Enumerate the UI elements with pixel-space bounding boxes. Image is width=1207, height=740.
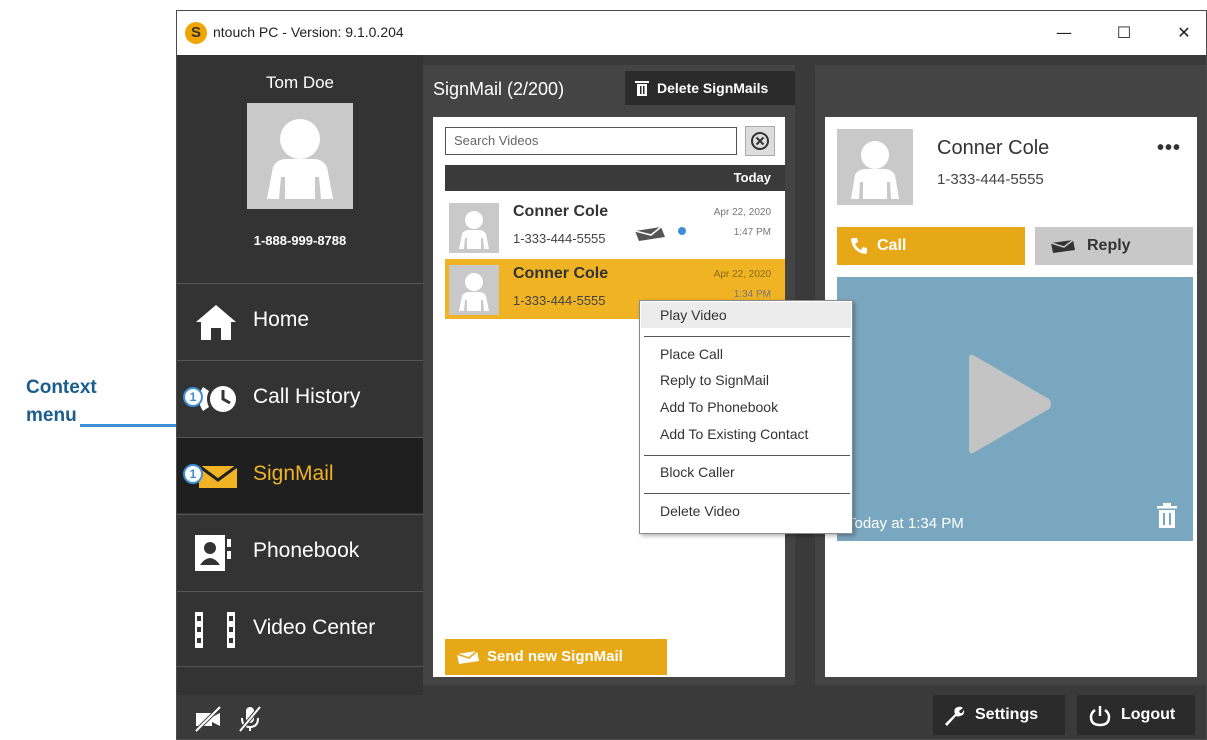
detail-contact-name: Conner Cole [937,137,1050,159]
video-off-icon[interactable] [193,705,223,733]
send-new-signmail-label: Send new SignMail [487,648,623,665]
call-history-badge: 1 [183,387,203,407]
menu-item-block-caller[interactable]: Block Caller [660,464,735,480]
contact-avatar [449,203,499,253]
settings-label: Settings [975,706,1039,723]
detail-contact-phone: 1-333-444-5555 [937,171,1044,188]
annotation-line-1: Context [26,377,97,398]
phone-icon [851,238,867,254]
annotation-label: Context menu [26,374,97,430]
nav-label-video-center: Video Center [253,616,376,639]
logout-label: Logout [1121,706,1176,723]
menu-separator [644,336,850,337]
left-nav: Tom Doe 1-888-999-8788 Home 1 Call Histo… [177,55,423,695]
nav-label-call-history: Call History [253,385,361,408]
delete-signmails-button[interactable]: Delete SignMails [625,71,795,105]
call-button[interactable]: Call [837,227,1025,265]
nav-label-phonebook: Phonebook [253,539,360,562]
nav-item-home[interactable]: Home [177,283,423,359]
bottom-bar: Settings Logout [177,695,1206,739]
context-menu: Play Video Place Call Reply to SignMail … [639,300,853,534]
row-time: 1:47 PM [733,227,771,238]
menu-item-place-call[interactable]: Place Call [660,346,723,362]
logout-button[interactable]: Logout [1077,695,1195,735]
row-contact-phone: 1-333-444-5555 [513,293,606,308]
send-new-signmail-button[interactable]: Send new SignMail [445,639,667,675]
power-icon [1089,706,1111,727]
nav-item-call-history[interactable]: 1 Call History [177,360,423,436]
app-logo-icon: S [185,22,207,44]
signmail-detail-panel: Conner Cole 1-333-444-5555 ••• Call Repl… [815,65,1206,685]
minimize-button[interactable]: — [1041,19,1087,47]
play-icon[interactable] [965,349,1055,459]
signmail-badge: 1 [183,464,203,484]
home-icon [196,305,236,340]
user-phone: 1-888-999-8788 [253,233,347,248]
nav-label-home: Home [253,308,310,331]
video-preview[interactable]: Today at 1:34 PM [837,277,1193,541]
maximize-button[interactable]: ☐ [1101,19,1147,47]
menu-item-play-video[interactable]: Play Video [641,302,851,328]
call-label: Call [877,237,907,254]
menu-item-delete-video[interactable]: Delete Video [660,503,740,519]
row-contact-phone: 1-333-444-5555 [513,231,606,246]
video-timestamp: Today at 1:34 PM [847,515,964,532]
detail-content: Conner Cole 1-333-444-5555 ••• Call Repl… [825,117,1197,677]
row-contact-name: Conner Cole [513,265,609,282]
menu-item-reply-to-signmail[interactable]: Reply to SignMail [660,372,769,388]
menu-separator [644,493,850,494]
user-avatar [247,103,353,209]
phonebook-icon [195,535,231,571]
detail-contact-avatar [837,129,913,205]
nav-item-signmail[interactable]: 1 SignMail [177,437,423,513]
search-clear-button[interactable] [745,126,775,156]
row-contact-name: Conner Cole [513,203,609,220]
row-date: Apr 22, 2020 [713,269,771,280]
delete-video-icon[interactable] [1155,503,1179,529]
nav-item-phonebook[interactable]: Phonebook [177,514,423,590]
menu-separator [644,455,850,456]
signmail-title: SignMail (2/200) [433,79,565,99]
screenshot-root: Context menu S ntouch PC - Version: 9.1.… [0,0,1207,740]
menu-item-add-to-existing-contact[interactable]: Add To Existing Contact [660,426,808,442]
trash-icon [635,81,649,96]
reply-envelope-icon [1050,239,1075,253]
row-date: Apr 22, 2020 [713,207,771,218]
settings-button[interactable]: Settings [933,695,1065,735]
signmail-envelope-icon [634,226,665,241]
mic-off-icon[interactable] [235,705,265,733]
reply-button[interactable]: Reply [1035,227,1193,265]
search-input[interactable]: Search Videos [445,127,737,155]
delete-signmails-label: Delete SignMails [657,80,769,96]
contact-avatar [449,265,499,315]
send-envelope-icon [456,650,479,664]
nav-label-signmail: SignMail [253,462,334,485]
window-title: ntouch PC - Version: 9.1.0.204 [213,24,404,40]
row-time: 1:34 PM [733,289,771,300]
clear-icon [751,132,769,150]
date-group-header: Today [445,165,785,191]
film-icon [195,612,235,648]
wrench-icon [945,706,965,726]
menu-item-add-to-phonebook[interactable]: Add To Phonebook [660,399,778,415]
reply-label: Reply [1087,237,1131,254]
more-options-button[interactable]: ••• [1157,137,1181,160]
signmail-row[interactable]: Conner Cole 1-333-444-5555 Apr 22, 2020 … [445,197,785,257]
nav-item-video-center[interactable]: Video Center [177,591,423,667]
user-name: Tom Doe [265,73,335,92]
title-bar: S ntouch PC - Version: 9.1.0.204 — ☐ ✕ [177,11,1206,55]
unread-indicator [678,227,686,235]
close-button[interactable]: ✕ [1161,19,1206,47]
